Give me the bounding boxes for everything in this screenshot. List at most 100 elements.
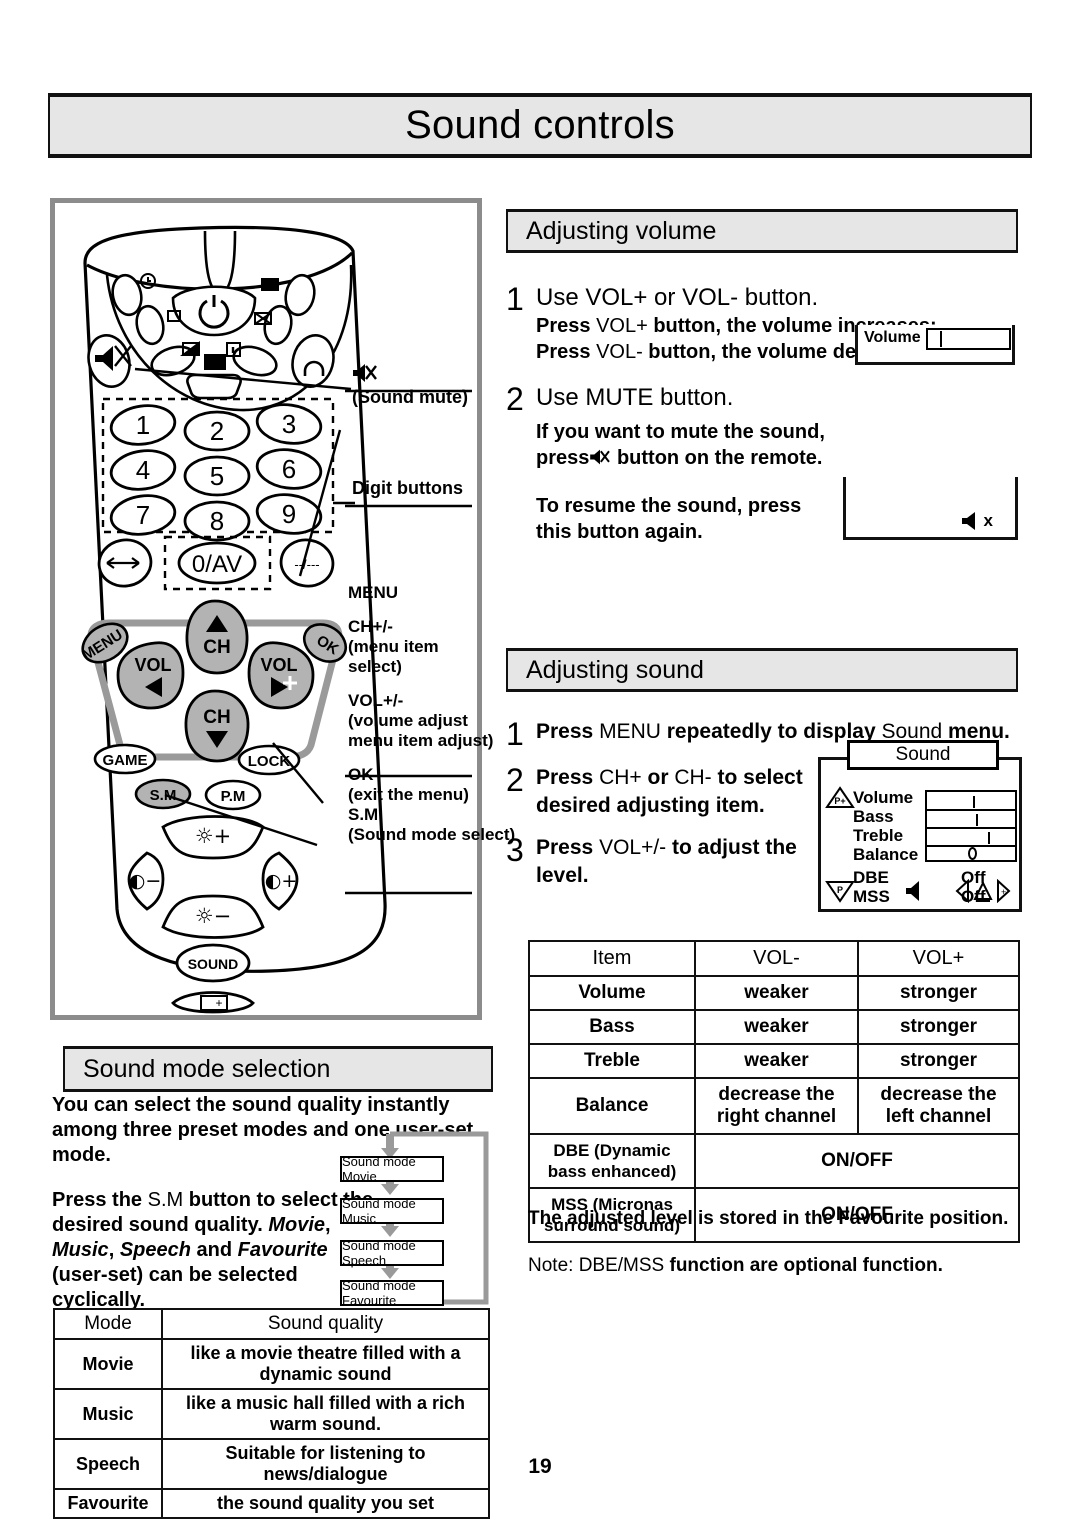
- svg-text:VOL: VOL: [260, 655, 297, 675]
- callout-sm-sub-1: (Sound mode select): [348, 825, 516, 844]
- mt-r3c1: the sound quality you set: [161, 1488, 490, 1519]
- vt-r1c1: weaker: [694, 1009, 859, 1045]
- vt-r2c2: stronger: [857, 1043, 1020, 1079]
- vt-r3c0: Balance: [528, 1077, 696, 1135]
- ss2-c: or: [641, 766, 675, 789]
- flow-box-music: Sound mode Music: [340, 1196, 444, 1226]
- sm-a: Press the: [52, 1189, 148, 1211]
- svg-text:S.M: S.M: [150, 787, 177, 804]
- table-row: Treble weaker stronger: [528, 1043, 1020, 1079]
- section-header-sound-mode-selection: Sound mode selection: [63, 1046, 493, 1092]
- svg-text:--/---: --/---: [294, 557, 319, 572]
- svg-text:1: 1: [136, 410, 150, 440]
- mt-h1: Sound quality: [161, 1308, 490, 1340]
- p-down-icon: P: [825, 881, 855, 903]
- speaker-icon: [961, 512, 975, 530]
- svg-text:P+: P+: [834, 796, 845, 806]
- svg-text:5: 5: [210, 461, 224, 491]
- vt-r0c1: weaker: [694, 975, 859, 1011]
- note-favourite-position: The adjusted level is stored in the Favo…: [528, 1208, 1009, 1229]
- svg-text:0/AV: 0/AV: [192, 551, 242, 578]
- callout-digit-buttons: Digit buttons: [352, 478, 463, 498]
- vt-h2: VOL+: [857, 940, 1020, 977]
- vs2-b: button on the remote.: [616, 447, 823, 469]
- osd-volume-label: Volume: [864, 329, 921, 346]
- volume-step-2-line5: this button again.: [536, 521, 703, 543]
- mt-r0c0: Movie: [53, 1338, 163, 1390]
- osd-mute-bracket: x: [843, 477, 1018, 540]
- volume-step-2-line1: Use MUTE button.: [536, 384, 734, 411]
- p-up-icon: P+: [825, 786, 855, 808]
- table-row: Balance decrease the right channel decrea…: [528, 1077, 1020, 1135]
- ss3-a: Press: [536, 836, 600, 859]
- callout-vol-sub-1: (volume adjust: [348, 711, 468, 730]
- osd-item-treble: Treble: [853, 826, 904, 845]
- sound-mute-icon-inline: [590, 449, 611, 465]
- table-row: Music like a music hall filled with a ri…: [53, 1388, 490, 1440]
- callout-ch-sub-2: select): [348, 657, 402, 676]
- svg-text:GAME: GAME: [103, 752, 148, 769]
- vt-r3c1: decrease the right channel: [694, 1077, 859, 1135]
- volume-step-2-number: 2: [506, 381, 524, 417]
- adjusting-sound-heading: Adjusting sound: [526, 655, 704, 684]
- vt-r0c0: Volume: [528, 975, 696, 1011]
- volume-step-2-line2: If you want to mute the sound,: [536, 421, 825, 443]
- svg-text:9: 9: [282, 499, 296, 529]
- sm-d: Movie: [268, 1214, 326, 1236]
- vs1-a: Press: [536, 315, 597, 337]
- svg-text:3: 3: [282, 409, 296, 439]
- osd-slider-thumb-volume: [973, 796, 975, 808]
- ss2-a: Press: [536, 766, 600, 789]
- vs1-b: VOL+: [596, 315, 648, 337]
- osd-slider-thumb-balance: [968, 847, 977, 860]
- svg-text:4: 4: [136, 455, 150, 485]
- sound-step-3-line2: level.: [536, 864, 589, 887]
- osd-slider-thumb-bass: [976, 814, 978, 826]
- svg-text:◐−: ◐−: [129, 870, 162, 892]
- vt-h0: Item: [528, 940, 696, 977]
- page-number: 19: [528, 1455, 552, 1478]
- sound-step-2-number: 2: [506, 762, 524, 798]
- note-dbe-mss-optional: Note: DBE/MSS function are optional func…: [528, 1255, 1028, 1277]
- sm-g: ,: [108, 1239, 120, 1261]
- callout-menu-ch-vol-ok: MENU CH+/- (menu item select) VOL+/- (vo…: [348, 583, 498, 805]
- vs1-d: Press: [536, 341, 597, 363]
- volume-step-1-line1: Use VOL+ or VOL- button.: [536, 284, 819, 311]
- sound-step-3-number: 3: [506, 832, 524, 868]
- mt-r0c1: like a movie theatre filled with a dynam…: [161, 1338, 490, 1390]
- vol-right-button: [247, 641, 315, 710]
- flow-box-movie: Sound mode Movie: [340, 1154, 444, 1184]
- svg-text:SOUND: SOUND: [188, 956, 239, 972]
- volume-step-2-line3: press button on the remote.: [536, 445, 896, 471]
- note2-b: function are optional function.: [669, 1255, 943, 1276]
- sm-i: and: [190, 1239, 238, 1261]
- sound-mode-selection-heading: Sound mode selection: [83, 1054, 331, 1083]
- svg-text:+: +: [1001, 887, 1006, 897]
- svg-text:-: -: [964, 887, 967, 897]
- speaker-icon: [906, 881, 919, 901]
- svg-text:☼−: ☼−: [195, 904, 231, 928]
- osd-item-bass: Bass: [853, 807, 894, 826]
- vt-r2c0: Treble: [528, 1043, 696, 1079]
- svg-text:CH: CH: [203, 637, 230, 658]
- section-header-adjusting-volume: Adjusting volume: [506, 209, 1018, 253]
- osd-sound-item-labels: Volume Bass Treble Balance: [853, 788, 918, 864]
- adjusting-volume-heading: Adjusting volume: [526, 216, 717, 245]
- svg-text:P.M: P.M: [221, 788, 246, 805]
- volume-step-1: 1 Use VOL+ or VOL- button. Press VOL+ bu…: [506, 281, 937, 365]
- vt-r1c2: stronger: [857, 1009, 1020, 1045]
- callout-ch-label: CH+/-: [348, 617, 393, 636]
- svg-text:6: 6: [282, 454, 296, 484]
- osd-sound-menu: Sound P+ P Volume Bass Treble Balance DB…: [818, 740, 1022, 912]
- svg-text:VOL: VOL: [134, 655, 171, 675]
- osd-item-balance: Balance: [853, 845, 919, 864]
- osd-dbe-label: DBE: [853, 868, 889, 887]
- page-title-banner: Sound controls: [48, 93, 1032, 158]
- vt-r1c0: Bass: [528, 1009, 696, 1045]
- callout-ok-label: OK: [348, 765, 374, 784]
- vt-r0c2: stronger: [857, 975, 1020, 1011]
- ss3-b: VOL+/-: [599, 836, 667, 859]
- volume-step-1-number: 1: [506, 281, 524, 317]
- mt-r1c1: like a music hall filled with a rich war…: [161, 1388, 490, 1440]
- svg-text:P: P: [837, 885, 843, 895]
